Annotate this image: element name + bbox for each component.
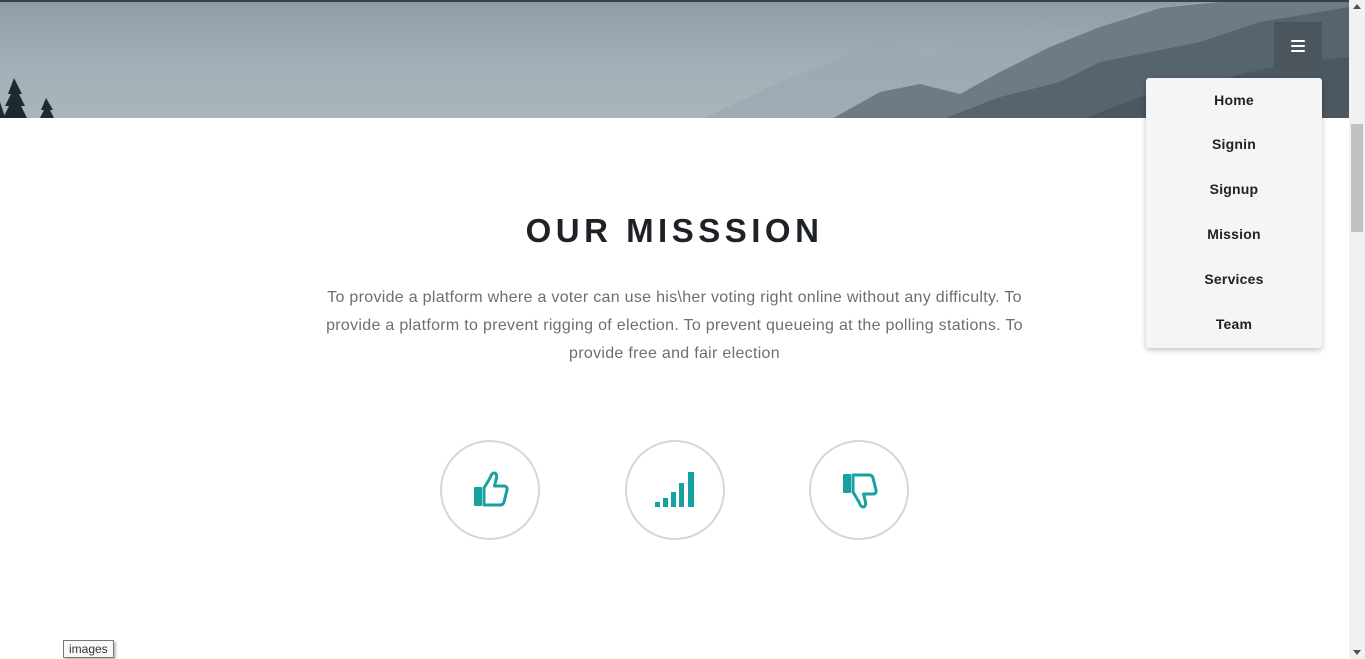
nav-item-team[interactable]: Team	[1146, 302, 1322, 347]
image-tooltip: images	[63, 640, 114, 658]
page-viewport: Home Signin Signup Mission Services Team…	[0, 0, 1349, 659]
mission-title: OUR MISSSION	[525, 212, 824, 249]
menu-toggle-button[interactable]	[1274, 22, 1322, 69]
scroll-down-arrow-icon[interactable]	[1353, 650, 1361, 655]
feature-circle-signal	[625, 440, 725, 540]
mission-description: To provide a platform where a voter can …	[326, 289, 1023, 362]
scrollbar-thumb[interactable]	[1351, 124, 1363, 232]
nav-item-home[interactable]: Home	[1146, 78, 1322, 122]
nav-item-signin[interactable]: Signin	[1146, 122, 1322, 167]
thumbs-up-icon	[474, 471, 509, 507]
feature-circle-like	[440, 440, 540, 540]
hamburger-icon	[1291, 39, 1305, 52]
nav-item-signup[interactable]: Signup	[1146, 167, 1322, 212]
scroll-up-arrow-icon[interactable]	[1353, 4, 1361, 9]
thumbs-down-icon	[843, 473, 878, 509]
feature-circle-dislike	[809, 440, 909, 540]
page-scrollbar[interactable]	[1349, 0, 1365, 659]
nav-item-services[interactable]: Services	[1146, 257, 1322, 302]
signal-bars-icon	[655, 472, 694, 507]
